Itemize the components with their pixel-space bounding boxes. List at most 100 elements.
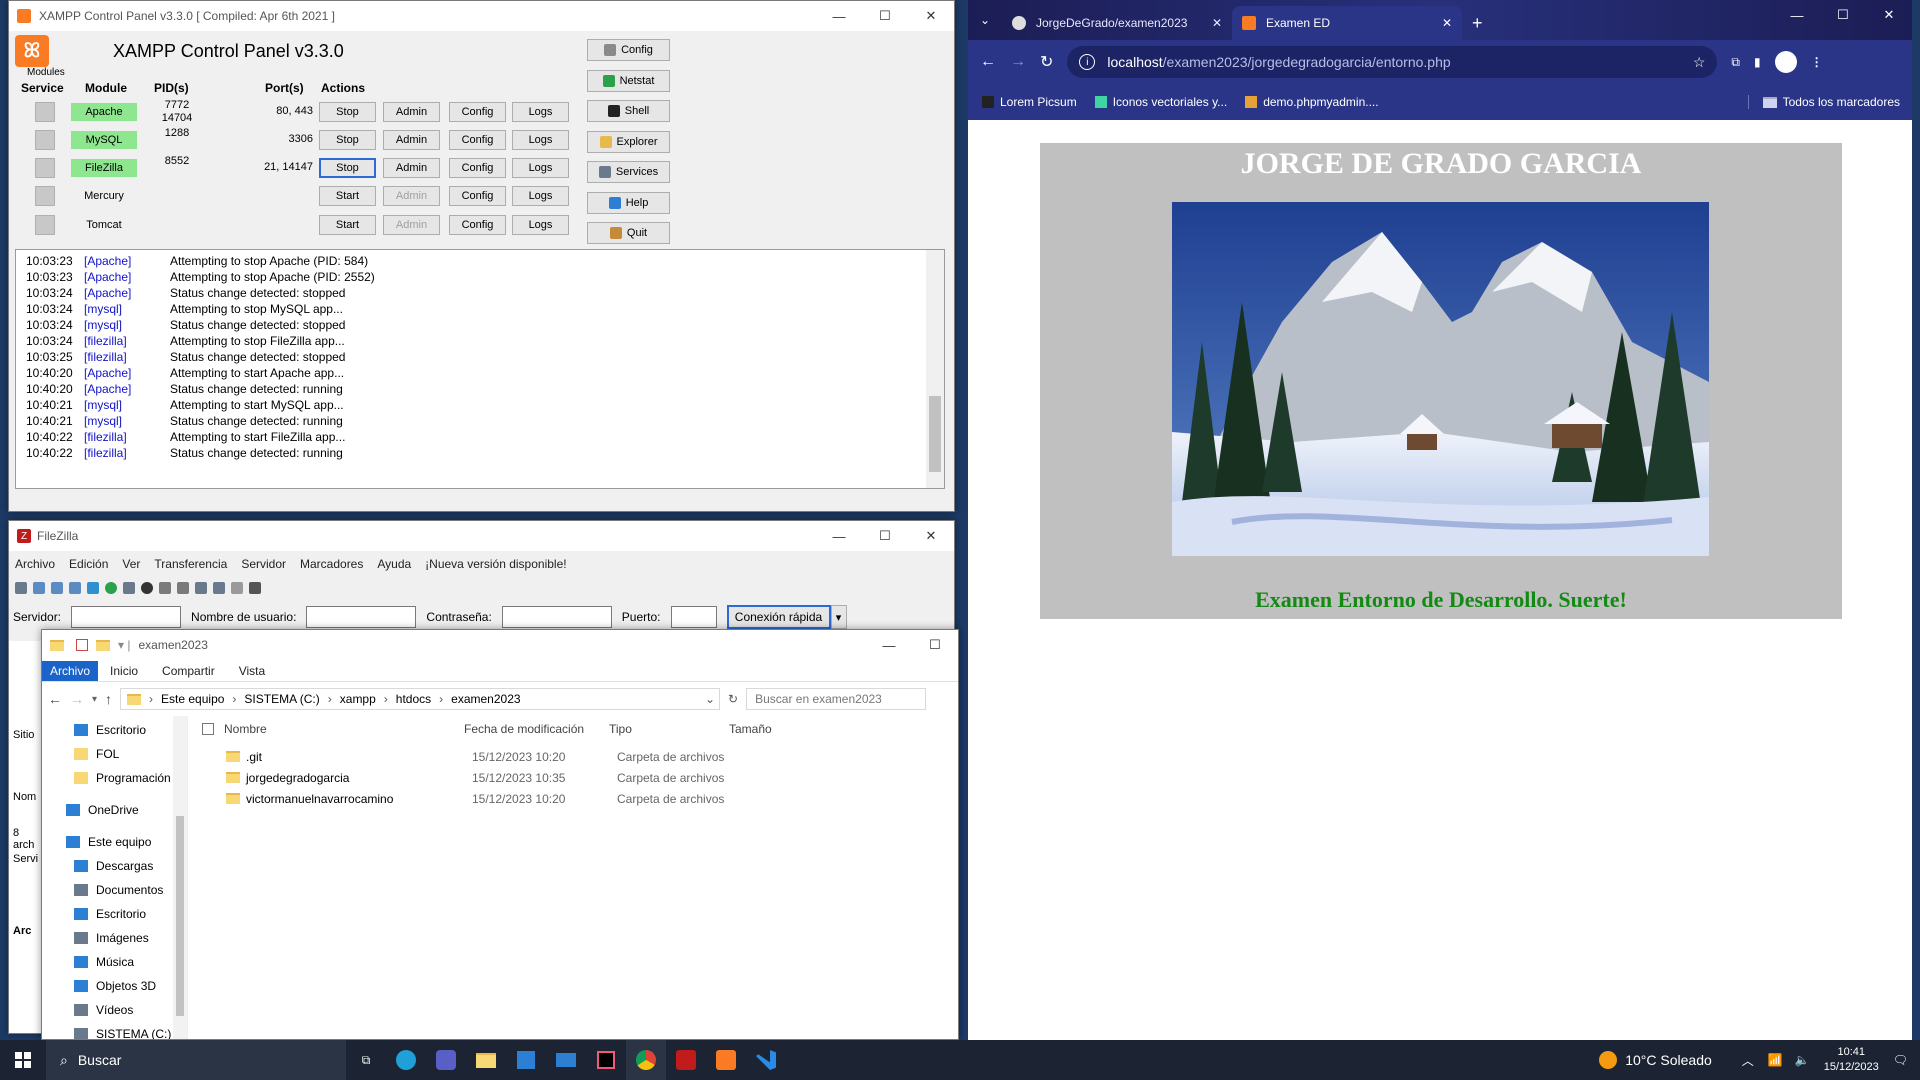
logs-button[interactable]: Logs: [512, 215, 569, 235]
forward-icon[interactable]: →: [1010, 53, 1026, 71]
admin-button[interactable]: Admin: [383, 158, 440, 178]
network-icon[interactable]: 📶: [1768, 1053, 1783, 1067]
reload-icon[interactable]: ↻: [1040, 52, 1053, 72]
explorer-titlebar[interactable]: ▾ | examen2023 — ☐: [42, 630, 958, 660]
log-scrollbar[interactable]: [926, 250, 944, 488]
menu-item[interactable]: ¡Nueva versión disponible!: [425, 557, 566, 571]
file-row[interactable]: victormanuelnavarrocamino 15/12/2023 10:2…: [188, 788, 958, 809]
notifications-icon[interactable]: 🗨: [1893, 1053, 1908, 1067]
forward-icon[interactable]: →: [70, 691, 84, 707]
service-checkbox[interactable]: [35, 158, 55, 178]
disconnect-icon[interactable]: [159, 582, 171, 594]
toggle-log-icon[interactable]: [33, 582, 45, 594]
nav-item[interactable]: OneDrive: [66, 798, 187, 822]
edge-icon[interactable]: [386, 1040, 426, 1080]
taskbar-search[interactable]: ⌕ Buscar: [46, 1040, 346, 1080]
breadcrumb-item[interactable]: Este equipo: [161, 692, 224, 706]
address-bar[interactable]: i localhost/examen2023/jorgedegradogarci…: [1067, 46, 1718, 78]
close-icon[interactable]: ✕: [1866, 0, 1912, 30]
logs-button[interactable]: Logs: [512, 102, 569, 122]
new-tab-icon[interactable]: +: [1472, 13, 1483, 34]
toggle-local-tree-icon[interactable]: [51, 582, 63, 594]
select-all-checkbox[interactable]: [202, 722, 214, 735]
nav-item[interactable]: Vídeos: [66, 998, 187, 1022]
tab-github[interactable]: JorgeDeGrado/examen2023 ✕: [1002, 6, 1232, 40]
file-row[interactable]: jorgedegradogarcia 15/12/2023 10:35 Carpet…: [188, 767, 958, 788]
new-folder-icon[interactable]: [96, 639, 110, 651]
config-button[interactable]: Config: [449, 158, 506, 178]
toggle-remote-tree-icon[interactable]: [69, 582, 81, 594]
minimize-icon[interactable]: —: [816, 1, 862, 31]
search-input[interactable]: Buscar en examen2023: [746, 688, 927, 710]
back-icon[interactable]: ←: [48, 691, 62, 707]
col-type[interactable]: Tipo: [609, 722, 729, 736]
volume-icon[interactable]: 🔈: [1795, 1053, 1810, 1067]
breadcrumb-item[interactable]: xampp: [340, 692, 376, 706]
config-button[interactable]: Config: [449, 215, 506, 235]
ribbon-tab[interactable]: Compartir: [150, 661, 227, 681]
xampp-taskbar-icon[interactable]: [706, 1040, 746, 1080]
logs-button[interactable]: Logs: [512, 186, 569, 206]
quit-button[interactable]: Quit: [587, 222, 670, 244]
password-input[interactable]: [501, 606, 612, 628]
close-icon[interactable]: ✕: [908, 521, 954, 551]
show-hidden-icons-icon[interactable]: ︿: [1742, 1052, 1754, 1069]
toggle-queue-icon[interactable]: [87, 582, 99, 594]
extensions-icon[interactable]: ⧉: [1731, 55, 1740, 70]
menu-item[interactable]: Servidor: [241, 557, 286, 571]
chrome-icon[interactable]: [626, 1040, 666, 1080]
nav-item[interactable]: Escritorio: [66, 718, 187, 742]
menu-item[interactable]: Edición: [69, 557, 108, 571]
vscode-icon[interactable]: [746, 1040, 786, 1080]
nav-item[interactable]: Descargas: [66, 854, 187, 878]
close-tab-icon[interactable]: ✕: [1212, 16, 1222, 30]
bookmark-star-icon[interactable]: ☆: [1693, 54, 1706, 71]
breadcrumb-arrow-icon[interactable]: ›: [384, 692, 388, 706]
breadcrumb-item[interactable]: htdocs: [396, 692, 431, 706]
back-icon[interactable]: ←: [980, 53, 996, 71]
minimize-icon[interactable]: —: [866, 630, 912, 660]
nav-item[interactable]: Objetos 3D: [66, 974, 187, 998]
recent-locations-icon[interactable]: ▾: [92, 694, 97, 705]
filter-icon[interactable]: [123, 582, 135, 594]
maximize-icon[interactable]: ☐: [1820, 0, 1866, 30]
mail-icon[interactable]: [546, 1040, 586, 1080]
config-button[interactable]: Config: [449, 102, 506, 122]
site-info-icon[interactable]: i: [1079, 54, 1096, 70]
logs-button[interactable]: Logs: [512, 130, 569, 150]
clock[interactable]: 10:41 15/12/2023: [1824, 1045, 1879, 1075]
teams-icon[interactable]: [426, 1040, 466, 1080]
ribbon-tab[interactable]: Vista: [227, 661, 277, 681]
xampp-titlebar[interactable]: XAMPP Control Panel v3.3.0 [ Compiled: A…: [9, 1, 954, 31]
close-icon[interactable]: ✕: [908, 1, 954, 31]
all-bookmarks[interactable]: Todos los marcadores: [1747, 95, 1900, 109]
service-checkbox[interactable]: [35, 186, 55, 206]
explorer-button[interactable]: Explorer: [587, 130, 670, 153]
maximize-icon[interactable]: ☐: [862, 1, 908, 31]
ribbon-tab[interactable]: Archivo: [42, 660, 99, 681]
bookmark-lorem-picsum[interactable]: Lorem Picsum: [982, 95, 1077, 109]
search-files-icon[interactable]: [213, 582, 225, 594]
file-row[interactable]: .git 15/12/2023 10:20 Carpeta de archivos: [188, 746, 958, 767]
side-panel-icon[interactable]: ▮: [1754, 55, 1761, 69]
help-button[interactable]: Help: [587, 191, 670, 214]
breadcrumb-arrow-icon[interactable]: ›: [328, 692, 332, 706]
start-stop-button[interactable]: Stop: [319, 102, 376, 122]
col-date[interactable]: Fecha de modificación: [464, 722, 609, 736]
menu-item[interactable]: Archivo: [15, 557, 55, 571]
close-tab-icon[interactable]: ✕: [1442, 16, 1452, 30]
nav-scrollbar[interactable]: [173, 716, 187, 1039]
admin-button[interactable]: Admin: [383, 130, 440, 150]
config-button[interactable]: Config: [587, 39, 670, 61]
admin-button[interactable]: Admin: [383, 102, 440, 122]
sync-browsing-icon[interactable]: [231, 582, 243, 594]
col-size[interactable]: Tamaño: [729, 722, 809, 736]
server-input[interactable]: [71, 606, 182, 628]
binoculars-icon[interactable]: [249, 582, 261, 594]
store-icon[interactable]: [506, 1040, 546, 1080]
netstat-button[interactable]: Netstat: [587, 69, 670, 92]
port-input[interactable]: [670, 606, 717, 628]
start-stop-button[interactable]: Stop: [319, 158, 376, 178]
breadcrumb-arrow-icon[interactable]: ›: [439, 692, 443, 706]
site-manager-icon[interactable]: [15, 582, 27, 594]
